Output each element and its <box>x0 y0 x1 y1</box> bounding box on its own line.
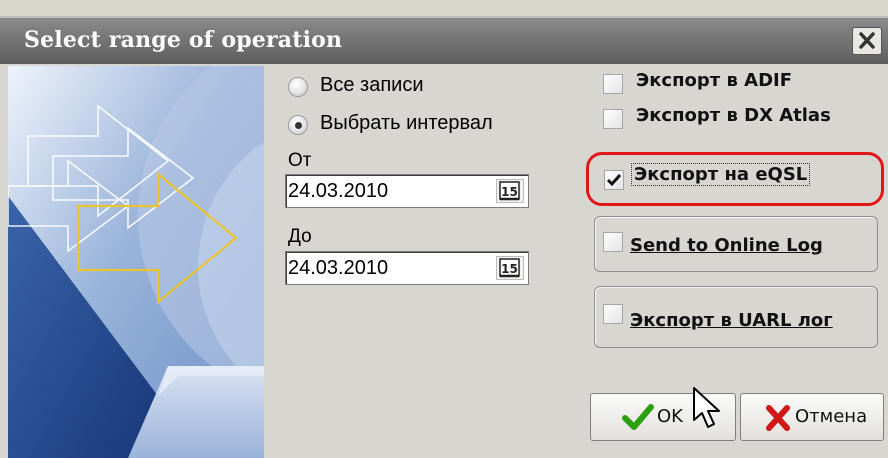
title-bar[interactable]: Select range of operation <box>0 16 888 64</box>
send-online-log-label[interactable]: Send to Online Log <box>630 235 823 256</box>
export-eqsl-label[interactable]: Экспорт на eQSL <box>630 163 811 186</box>
export-uarl-label[interactable]: Экспорт в UARL лог <box>630 310 833 331</box>
checkmark-ok-icon <box>622 404 654 430</box>
export-dxatlas-label[interactable]: Экспорт в DX Atlas <box>636 105 831 126</box>
export-adif-label[interactable]: Экспорт в ADIF <box>636 70 792 91</box>
to-date-field[interactable]: 15 <box>285 251 529 285</box>
cross-cancel-icon <box>766 405 790 431</box>
close-icon <box>859 32 875 49</box>
checkmark-icon <box>606 174 622 187</box>
checkbox-export-adif[interactable] <box>603 74 623 94</box>
from-date-field[interactable]: 15 <box>285 174 529 208</box>
radio-all-records[interactable] <box>288 77 308 97</box>
dialog-body: Все записи Выбрать интервал От 15 До <box>0 64 888 458</box>
to-label: До <box>288 226 312 247</box>
dialog-window: Select range of operation Все записи Выб… <box>0 0 888 458</box>
calendar-icon: 15 <box>499 181 520 201</box>
checkbox-export-uarl[interactable] <box>603 304 623 324</box>
cancel-button-label: Отмена <box>795 406 868 427</box>
radio-select-interval-label[interactable]: Выбрать интервал <box>320 112 493 135</box>
radio-select-interval[interactable] <box>288 115 308 135</box>
mouse-pointer-icon <box>693 387 720 428</box>
ok-button-label: OK <box>657 406 683 427</box>
decorative-banner <box>8 66 264 458</box>
from-calendar-button[interactable]: 15 <box>496 179 524 203</box>
calendar-icon: 15 <box>499 258 520 278</box>
checkbox-send-online-log[interactable] <box>603 232 623 252</box>
calendar-icon-text: 15 <box>501 262 518 276</box>
checkbox-export-dxatlas[interactable] <box>603 109 623 129</box>
cancel-button[interactable]: Отмена <box>740 393 884 441</box>
from-date-input[interactable] <box>288 177 478 205</box>
close-button[interactable] <box>852 27 882 55</box>
dialog-title: Select range of operation <box>24 27 343 53</box>
to-date-input[interactable] <box>288 254 478 282</box>
checkbox-export-eqsl[interactable] <box>604 170 624 190</box>
radio-all-records-label[interactable]: Все записи <box>320 74 424 97</box>
radio-selected-dot <box>295 122 302 129</box>
calendar-icon-text: 15 <box>501 185 518 199</box>
from-label: От <box>288 150 312 171</box>
to-calendar-button[interactable]: 15 <box>496 256 524 280</box>
